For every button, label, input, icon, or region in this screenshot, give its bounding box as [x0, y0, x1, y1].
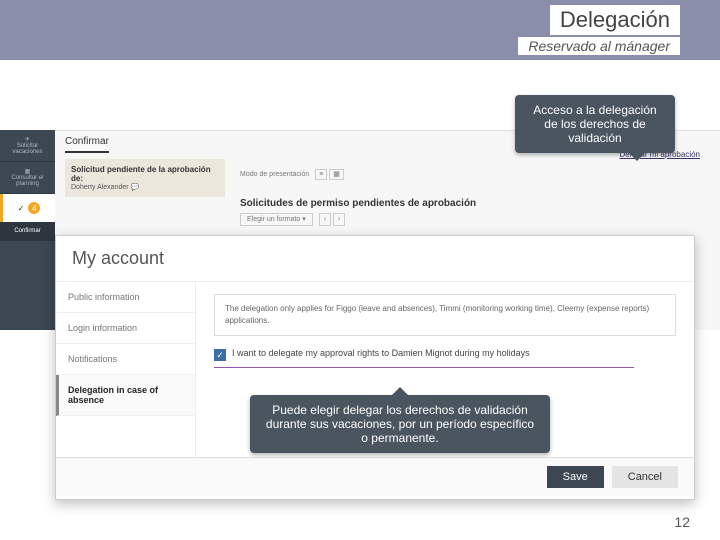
save-button[interactable]: Save [547, 466, 604, 488]
card-title: Solicitud pendiente de la aprobación de: [71, 165, 211, 183]
callout-access: Acceso a la delegación de los derechos d… [515, 95, 675, 153]
card-name: Doherty Alexander [71, 184, 129, 191]
mode-label: Modo de presentación [240, 171, 309, 178]
badge-count: 4 [28, 202, 40, 214]
chat-icon[interactable]: 💬 [131, 184, 140, 191]
modal-nav: Public information Login information Not… [56, 282, 196, 457]
sidebar-item-confirm-label[interactable]: Confirmar [0, 222, 55, 241]
page-subtitle: Reservado al mánager [518, 37, 680, 55]
delegate-checkbox-row[interactable]: ✓ I want to delegate my approval rights … [214, 348, 634, 368]
checkbox-checked-icon[interactable]: ✓ [214, 349, 226, 361]
paper-plane-icon: ✈ [2, 136, 53, 143]
sidebar-label: Solicitar vacaciones [2, 143, 53, 155]
callout-choose: Puede elegir delegar los derechos de val… [250, 395, 550, 453]
sidebar-item-planning[interactable]: ▦ Consultar el planning [0, 162, 55, 194]
check-icon: ✓ [18, 204, 25, 213]
page-number: 12 [674, 514, 690, 530]
nav-delegation[interactable]: Delegation in case of absence [56, 375, 195, 416]
pending-heading: Solicitudes de permiso pendientes de apr… [240, 198, 476, 209]
modal-footer: Save Cancel [56, 457, 694, 496]
cancel-button[interactable]: Cancel [612, 466, 678, 488]
nav-next-icon[interactable]: › [333, 213, 345, 226]
modal-title: My account [56, 236, 694, 282]
page-title: Delegación [550, 5, 680, 35]
nav-notifications[interactable]: Notifications [56, 344, 195, 375]
sidebar-label: Consultar el planning [2, 175, 53, 187]
app-right-panel: Modo de presentación ≡ ▦ Solicitudes de … [240, 170, 476, 223]
sidebar-item-confirm[interactable]: ✓ 4 [0, 194, 55, 222]
slide-header: Delegación Reservado al mánager [0, 0, 720, 60]
info-box: The delegation only applies for Figgo (l… [214, 294, 676, 336]
pending-card: Solicitud pendiente de la aprobación de:… [65, 159, 225, 197]
sidebar-item-request[interactable]: ✈ Solicitar vacaciones [0, 130, 55, 162]
checkbox-label: I want to delegate my approval rights to… [232, 348, 530, 358]
view-toggle-grid-icon[interactable]: ▦ [329, 169, 344, 180]
tab-confirm[interactable]: Confirmar [65, 136, 109, 153]
nav-prev-icon[interactable]: ‹ [319, 213, 331, 226]
view-toggle-list-icon[interactable]: ≡ [315, 169, 327, 180]
format-select[interactable]: Elegir un formato ▾ [240, 213, 313, 226]
nav-login-info[interactable]: Login information [56, 313, 195, 344]
my-account-modal: My account Public information Login info… [55, 235, 695, 500]
calendar-icon: ▦ [2, 168, 53, 175]
nav-public-info[interactable]: Public information [56, 282, 195, 313]
app-sidebar: ✈ Solicitar vacaciones ▦ Consultar el pl… [0, 130, 55, 330]
